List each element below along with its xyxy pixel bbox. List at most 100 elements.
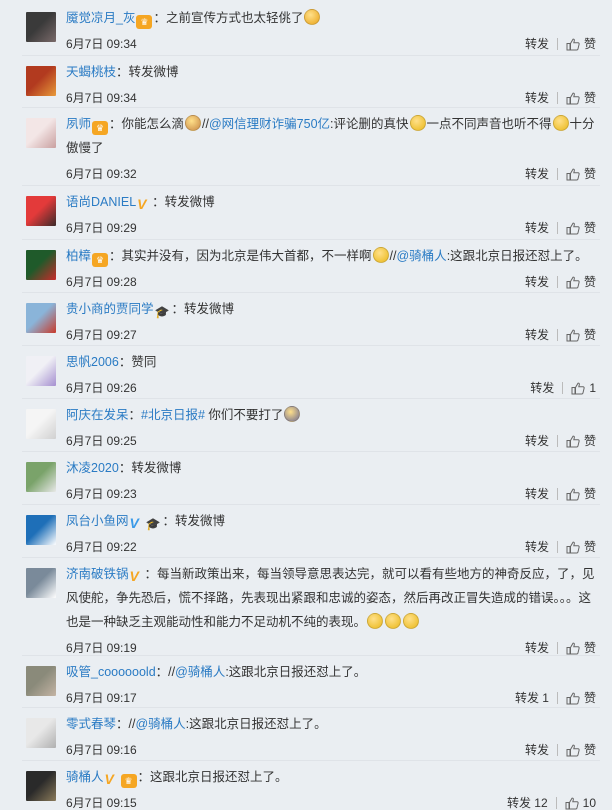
user-nickname[interactable]: 夙师 xyxy=(66,117,91,131)
action-divider xyxy=(556,541,558,553)
like-button[interactable]: 1 xyxy=(571,380,596,396)
comment-segment: ：转发微博 xyxy=(162,514,226,528)
user-nickname[interactable]: 天蝎桃枝 xyxy=(66,65,116,79)
mention-link[interactable]: @骑桶人 xyxy=(135,717,185,731)
user-nickname[interactable]: 吸管_coooooold xyxy=(66,665,156,679)
avatar[interactable] xyxy=(26,303,56,333)
mention-link[interactable]: @骑桶人 xyxy=(175,665,225,679)
like-button[interactable]: 赞 xyxy=(566,539,596,555)
comment-segment: ：这跟北京日报还怼上了。 xyxy=(137,770,288,784)
thumbs-up-icon xyxy=(565,797,583,810)
comment-actions: 转发 赞 xyxy=(525,640,596,656)
comment-time: 6月7日 09:25 xyxy=(66,434,137,448)
user-nickname[interactable]: 思帆2006 xyxy=(66,355,119,369)
like-button[interactable]: 赞 xyxy=(566,690,596,706)
user-nickname[interactable]: 语尚DANIEL xyxy=(66,195,136,209)
action-divider xyxy=(556,168,558,180)
comment-item: 吸管_coooooold：//@骑桶人:这跟北京日报还怼上了。 6月7日 09:1… xyxy=(0,656,612,708)
comment-segment: // xyxy=(202,117,209,131)
emoji-icon xyxy=(385,613,402,629)
comment-time: 6月7日 09:16 xyxy=(66,743,137,757)
user-nickname[interactable]: 凤台小鱼网 xyxy=(66,514,129,528)
avatar[interactable] xyxy=(26,666,56,696)
repost-button[interactable]: 转发 xyxy=(525,220,549,236)
comment-time: 6月7日 09:23 xyxy=(66,487,137,501)
like-count: 赞 xyxy=(583,328,596,342)
action-divider xyxy=(556,329,558,341)
like-button[interactable]: 赞 xyxy=(566,327,596,343)
like-button[interactable]: 赞 xyxy=(566,220,596,236)
avatar[interactable] xyxy=(26,771,56,801)
avatar[interactable] xyxy=(26,118,56,148)
mention-link[interactable]: #北京日报# xyxy=(141,408,205,422)
action-divider xyxy=(556,38,558,50)
comment-time: 6月7日 09:27 xyxy=(66,328,137,342)
like-button[interactable]: 赞 xyxy=(566,274,596,290)
repost-button[interactable]: 转发 xyxy=(525,166,549,182)
like-button[interactable]: 赞 xyxy=(566,90,596,106)
repost-button[interactable]: 转发 xyxy=(525,433,549,449)
thumbs-up-icon xyxy=(566,488,584,501)
comment-actions: 转发 赞 xyxy=(525,486,596,502)
avatar[interactable] xyxy=(26,718,56,748)
repost-button[interactable]: 转发 xyxy=(525,36,549,52)
user-nickname[interactable]: 济南破铁锅 xyxy=(66,567,129,581)
avatar[interactable] xyxy=(26,196,56,226)
comment-segment: ：// xyxy=(155,665,176,679)
repost-button[interactable]: 转发 xyxy=(525,486,549,502)
mention-link[interactable]: @骑桶人 xyxy=(396,249,446,263)
comment-actions: 转发 12 10 xyxy=(507,795,596,810)
avatar[interactable] xyxy=(26,515,56,545)
repost-button[interactable]: 转发 xyxy=(525,640,549,656)
comment-actions: 转发 赞 xyxy=(525,90,596,106)
thumbs-up-icon xyxy=(566,329,584,342)
like-button[interactable]: 赞 xyxy=(566,36,596,52)
like-button[interactable]: 赞 xyxy=(566,486,596,502)
user-nickname[interactable]: 骑桶人 xyxy=(66,770,104,784)
repost-button[interactable]: 转发 xyxy=(530,380,554,396)
repost-button[interactable]: 转发 12 xyxy=(507,795,548,810)
avatar[interactable] xyxy=(26,66,56,96)
comment-actions: 转发 赞 xyxy=(525,36,596,52)
vip-badge-icon: ♛ xyxy=(92,121,109,135)
repost-button[interactable]: 转发 xyxy=(525,327,549,343)
comment-text: 思帆2006：赞同 xyxy=(66,350,596,374)
avatar[interactable] xyxy=(26,356,56,386)
comment-item: 夙师 ♛ ：你能怎么滴//@网信理财诈骗750亿:评论删的真快 一点不同声音也听不得十… xyxy=(0,108,612,186)
like-count: 赞 xyxy=(583,540,596,554)
repost-button[interactable]: 转发 xyxy=(525,274,549,290)
user-nickname[interactable]: 贵小商的贾同学 xyxy=(66,302,154,316)
action-divider xyxy=(556,92,558,104)
comment-time: 6月7日 09:28 xyxy=(66,275,137,289)
mention-link[interactable]: @网信理财诈骗750亿 xyxy=(209,117,330,131)
emoji-icon xyxy=(403,613,420,629)
user-nickname[interactable]: 柏樟 xyxy=(66,249,91,263)
comment-time: 6月7日 09:15 xyxy=(66,796,137,810)
avatar[interactable] xyxy=(26,568,56,598)
like-button[interactable]: 赞 xyxy=(566,433,596,449)
comment-actions: 转发 1 赞 xyxy=(515,690,596,706)
thumbs-up-icon xyxy=(571,382,589,395)
vip-badge-icon: ♛ xyxy=(92,253,109,267)
like-button[interactable]: 赞 xyxy=(566,640,596,656)
avatar[interactable] xyxy=(26,409,56,439)
avatar[interactable] xyxy=(26,462,56,492)
comment-text: 语尚DANIELV ：转发微博 xyxy=(66,190,596,214)
repost-button[interactable]: 转发 xyxy=(525,742,549,758)
user-nickname[interactable]: 沐凌2020 xyxy=(66,461,119,475)
avatar[interactable] xyxy=(26,250,56,280)
repost-button[interactable]: 转发 xyxy=(525,539,549,555)
user-nickname[interactable]: 零式春琴 xyxy=(66,717,116,731)
repost-button[interactable]: 转发 xyxy=(525,90,549,106)
like-button[interactable]: 10 xyxy=(565,795,596,810)
user-nickname[interactable]: 魇觉凉月_灰 xyxy=(66,11,135,25)
like-button[interactable]: 赞 xyxy=(566,166,596,182)
avatar[interactable] xyxy=(26,12,56,42)
comment-segment: ：// xyxy=(116,717,136,731)
like-count: 赞 xyxy=(583,275,596,289)
comment-text: 凤台小鱼网V 🎓 ：转发微博 xyxy=(66,509,596,533)
repost-button[interactable]: 转发 1 xyxy=(515,690,549,706)
like-button[interactable]: 赞 xyxy=(566,742,596,758)
user-nickname[interactable]: 阿庆在发呆 xyxy=(66,408,129,422)
emoji-icon xyxy=(367,613,384,629)
